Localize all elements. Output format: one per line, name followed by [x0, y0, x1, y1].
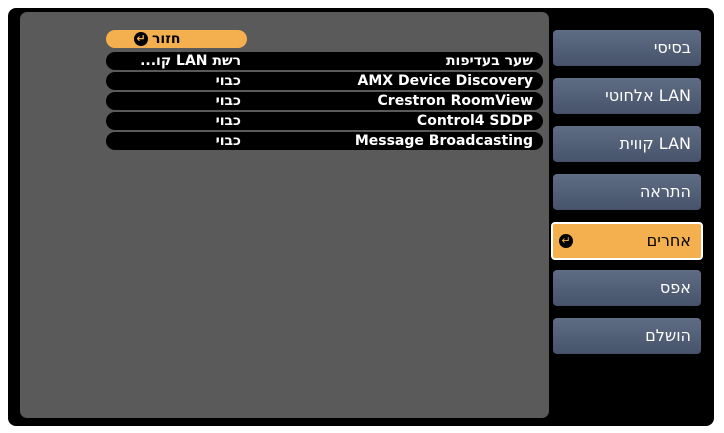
setting-name: AMX Device Discovery [357, 73, 533, 89]
tab-6[interactable]: הושלם [553, 318, 701, 354]
setting-row[interactable]: Control4 SDDP כבוי [106, 112, 543, 130]
back-button-label: חזור [152, 31, 181, 47]
tab-label: LAN קווית [619, 134, 691, 153]
setting-row[interactable]: AMX Device Discovery כבוי [106, 72, 543, 90]
enter-icon: ↵ [134, 32, 148, 46]
setting-row[interactable]: Crestron RoomView כבוי [106, 92, 543, 110]
tab-4[interactable]: ↵ אחרים [551, 222, 703, 260]
enter-icon: ↵ [559, 234, 573, 248]
setting-name: Message Broadcasting [354, 133, 533, 149]
setting-name: Crestron RoomView [377, 93, 533, 109]
tab-label: בסיסי [653, 38, 691, 57]
tab-0[interactable]: בסיסי [553, 30, 701, 66]
tab-label: אחרים [646, 231, 691, 250]
setting-value: כבוי [215, 93, 241, 109]
settings-panel: ↵ חזור שער בעדיפות רשת LAN קו... AMX Devic… [20, 12, 549, 418]
setting-value: רשת LAN קו... [140, 53, 241, 69]
back-button[interactable]: ↵ חזור [106, 30, 247, 48]
tab-label: LAN אלחוטי [605, 86, 691, 105]
tab-label: אפס [659, 278, 691, 297]
setting-value: כבוי [215, 133, 241, 149]
setting-value: כבוי [215, 113, 241, 129]
setting-value: כבוי [215, 73, 241, 89]
tab-5[interactable]: אפס [553, 270, 701, 306]
setting-row[interactable]: Message Broadcasting כבוי [106, 132, 543, 150]
tab-label: התראה [639, 182, 691, 201]
tab-2[interactable]: LAN קווית [553, 126, 701, 162]
setting-name: Control4 SDDP [416, 113, 533, 129]
setting-name: שער בעדיפות [445, 53, 533, 69]
setting-row[interactable]: שער בעדיפות רשת LAN קו... [106, 52, 543, 70]
tab-1[interactable]: LAN אלחוטי [553, 78, 701, 114]
tab-label: הושלם [645, 326, 691, 345]
menu-screen: ↵ חזור שער בעדיפות רשת LAN קו... AMX Devic… [8, 8, 714, 426]
tab-3[interactable]: התראה [553, 174, 701, 210]
